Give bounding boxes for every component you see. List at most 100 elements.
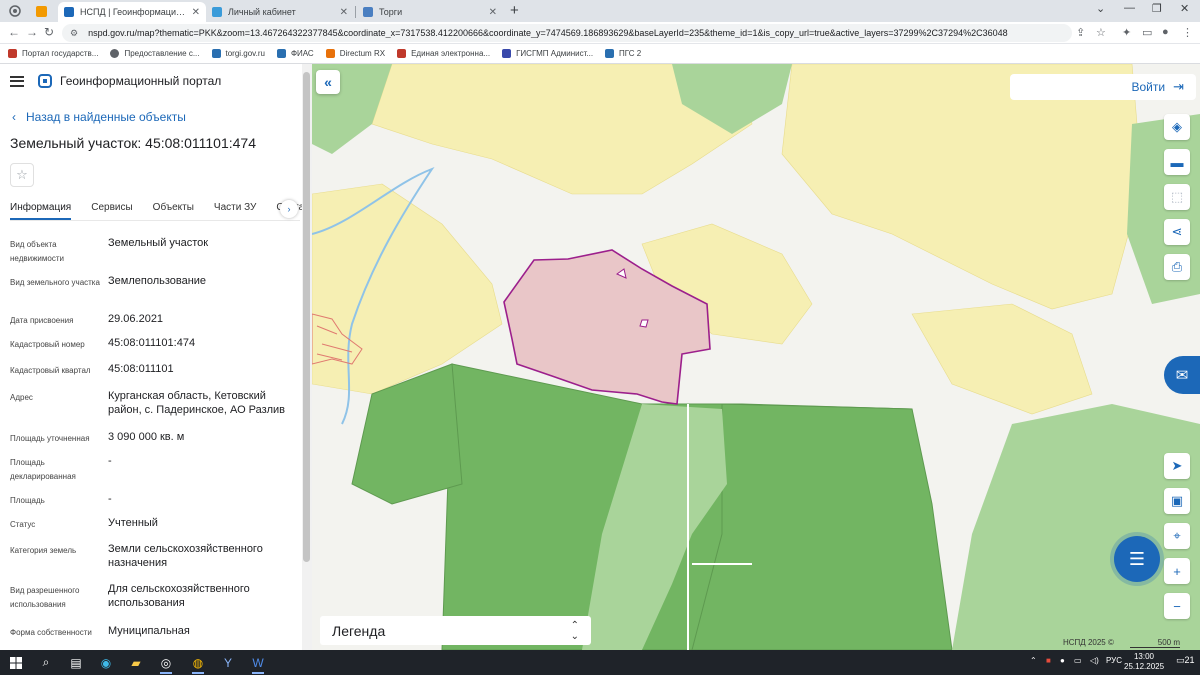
browser-tab-strip: НСПД | Геоинформационный п ✕ Личный каби… bbox=[0, 0, 1200, 22]
windows-start-button[interactable] bbox=[6, 653, 26, 672]
star-icon[interactable]: ☆ bbox=[1096, 26, 1106, 39]
yandex-taskbar-item[interactable]: Y bbox=[218, 653, 238, 672]
maximize-button[interactable]: ❐ bbox=[1152, 2, 1162, 15]
tab-lk[interactable]: Личный кабинет ✕ bbox=[206, 2, 354, 22]
bookmark-item[interactable]: Портал государств... bbox=[8, 49, 98, 58]
extensions-icon[interactable]: ✦ bbox=[1122, 26, 1131, 39]
tray-network-icon[interactable]: ▭ bbox=[1074, 656, 1082, 665]
parcel-hole bbox=[639, 319, 649, 328]
field-value: Муниципальная bbox=[108, 625, 190, 637]
reload-icon[interactable]: ↻ bbox=[44, 25, 54, 39]
bookmark-label: Единая электронна... bbox=[411, 49, 491, 58]
chevron-down-icon[interactable]: ⌄ bbox=[1096, 2, 1105, 15]
edge-taskbar-item[interactable]: ◉ bbox=[96, 653, 116, 672]
basemap-button[interactable]: ▣ bbox=[1164, 488, 1190, 514]
tab-parts[interactable]: Части ЗУ bbox=[214, 197, 256, 220]
bookmark-item[interactable]: Единая электронна... bbox=[397, 49, 490, 58]
pinned-tab-chrome[interactable] bbox=[6, 3, 24, 19]
login-label: Войти bbox=[1131, 80, 1166, 94]
clock-time: 13:00 bbox=[1133, 652, 1155, 661]
tab-torgi[interactable]: Торги ✕ bbox=[357, 2, 503, 22]
bookmark-item[interactable]: Предоставление с... bbox=[110, 49, 200, 58]
tray-clock[interactable]: 13:00 25.12.2025 bbox=[1124, 652, 1164, 672]
site-info-icon[interactable]: ⚙ bbox=[70, 28, 78, 39]
back-arrow-icon[interactable]: ← bbox=[8, 25, 20, 39]
tray-language[interactable]: РУС bbox=[1106, 656, 1122, 665]
zoom-in-button[interactable]: + bbox=[1164, 558, 1190, 584]
app-title: Геоинформационный портал bbox=[60, 74, 222, 88]
word-taskbar-item[interactable]: W bbox=[248, 653, 268, 674]
legend-dropdown[interactable]: Легенда ⌃ ⌄ bbox=[320, 616, 591, 645]
field-label: Вид земельного участка bbox=[10, 278, 100, 287]
notifications-button[interactable]: ▭21 bbox=[1176, 655, 1195, 666]
field-label: Вид объекта недвижимости bbox=[10, 240, 64, 263]
bookmark-label: torgi.gov.ru bbox=[225, 49, 265, 58]
location-search-button[interactable]: ⌖ bbox=[1164, 523, 1190, 549]
map-attribution: НСПД 2025 © bbox=[1063, 638, 1114, 647]
bookmark-item[interactable]: Directum RX bbox=[325, 49, 385, 58]
forest-east bbox=[952, 404, 1200, 650]
tray-app-icon[interactable]: ■ bbox=[1046, 656, 1051, 665]
chrome-taskbar-item[interactable]: ◍ bbox=[188, 653, 208, 674]
tab-services[interactable]: Сервисы bbox=[91, 197, 132, 220]
close-window-button[interactable]: ✕ bbox=[1180, 2, 1189, 15]
minimize-button[interactable]: — bbox=[1124, 2, 1135, 14]
bookmark-item[interactable]: ГИСГМП Админист... bbox=[502, 49, 593, 58]
field-label: Вид разрешенного использования bbox=[10, 586, 80, 609]
tray-chevron-up-icon[interactable]: ⌃ bbox=[1030, 656, 1037, 665]
add-favorite-button[interactable]: ☆ bbox=[10, 163, 34, 187]
login-button[interactable]: Войти ⇥ bbox=[1010, 74, 1196, 100]
new-tab-button[interactable]: + bbox=[510, 2, 519, 19]
select-area-button[interactable]: ⬚ bbox=[1164, 184, 1190, 210]
tab-information[interactable]: Информация bbox=[10, 197, 72, 220]
tray-volume-icon[interactable]: ◁) bbox=[1090, 656, 1099, 665]
profile-icon[interactable]: ● bbox=[1162, 26, 1169, 38]
feedback-side-tab[interactable]: ✉ bbox=[1164, 356, 1200, 394]
bookmark-item[interactable]: ПГС 2 bbox=[605, 49, 641, 58]
search-button[interactable]: ⌕ bbox=[36, 653, 56, 672]
app-taskbar-item[interactable]: ◎ bbox=[156, 653, 176, 674]
menu-dots-icon[interactable]: ⋮ bbox=[1182, 26, 1193, 39]
field-value: 45:08:011101 bbox=[108, 363, 174, 375]
close-tab-icon[interactable]: ✕ bbox=[340, 7, 348, 18]
geolocation-button[interactable]: ➤ bbox=[1164, 453, 1190, 479]
share-button[interactable]: ⋖ bbox=[1164, 219, 1190, 245]
field-label: Кадастровый квартал bbox=[10, 366, 91, 375]
measure-button[interactable]: ▬ bbox=[1164, 149, 1190, 175]
chat-assistant-button[interactable]: ☰ bbox=[1114, 536, 1160, 582]
location-pin-icon: ⌖ bbox=[1173, 528, 1181, 543]
forward-arrow-icon[interactable]: → bbox=[26, 25, 38, 39]
navigation-arrow-icon: ➤ bbox=[1171, 458, 1183, 473]
sidepanel-icon[interactable]: ▭ bbox=[1142, 26, 1152, 39]
field-value: Землепользование bbox=[108, 275, 207, 287]
forest-south-east bbox=[691, 403, 953, 650]
minus-icon: − bbox=[1173, 598, 1181, 614]
task-view-button[interactable]: ▤ bbox=[66, 653, 86, 672]
bookmark-item[interactable]: ФИАС bbox=[276, 49, 314, 58]
zoom-out-button[interactable]: − bbox=[1164, 593, 1190, 619]
tab-nspd[interactable]: НСПД | Геоинформационный п ✕ bbox=[58, 2, 206, 22]
back-to-results-link[interactable]: ‹ Назад в найденные объекты bbox=[12, 110, 186, 124]
chrome-icon: ◍ bbox=[192, 655, 204, 670]
field-value: Для сельскохозяйственного использования bbox=[108, 583, 250, 609]
share-icon[interactable]: ⇪ bbox=[1076, 26, 1085, 39]
map-canvas[interactable] bbox=[312, 64, 1200, 650]
pinned-tab-bookmark[interactable] bbox=[32, 3, 50, 19]
app-header: Геоинформационный портал bbox=[10, 74, 221, 88]
panel-scrollbar-thumb[interactable] bbox=[303, 72, 310, 562]
tabs-scroll-right-button[interactable]: › bbox=[280, 200, 298, 218]
explorer-taskbar-item[interactable]: ▰ bbox=[126, 653, 146, 672]
field-label: Категория земель bbox=[10, 546, 77, 555]
bookmark-label: ГИСГМП Админист... bbox=[516, 49, 594, 58]
hamburger-menu-icon[interactable] bbox=[10, 75, 24, 87]
bookmark-item[interactable]: torgi.gov.ru bbox=[211, 49, 265, 58]
close-tab-icon[interactable]: ✕ bbox=[489, 7, 497, 18]
print-button[interactable]: ⎙ bbox=[1164, 254, 1190, 280]
close-tab-icon[interactable]: ✕ bbox=[192, 7, 200, 18]
collapse-panel-button[interactable]: « bbox=[316, 70, 340, 94]
tab-objects[interactable]: Объекты bbox=[153, 197, 194, 220]
tray-app-icon[interactable]: ● bbox=[1060, 656, 1065, 665]
torgi-favicon bbox=[363, 7, 373, 17]
layers-button[interactable]: ◈ bbox=[1164, 114, 1190, 140]
url-bar[interactable]: ⚙ nspd.gov.ru/map?thematic=PKK&zoom=13.4… bbox=[62, 24, 1072, 42]
